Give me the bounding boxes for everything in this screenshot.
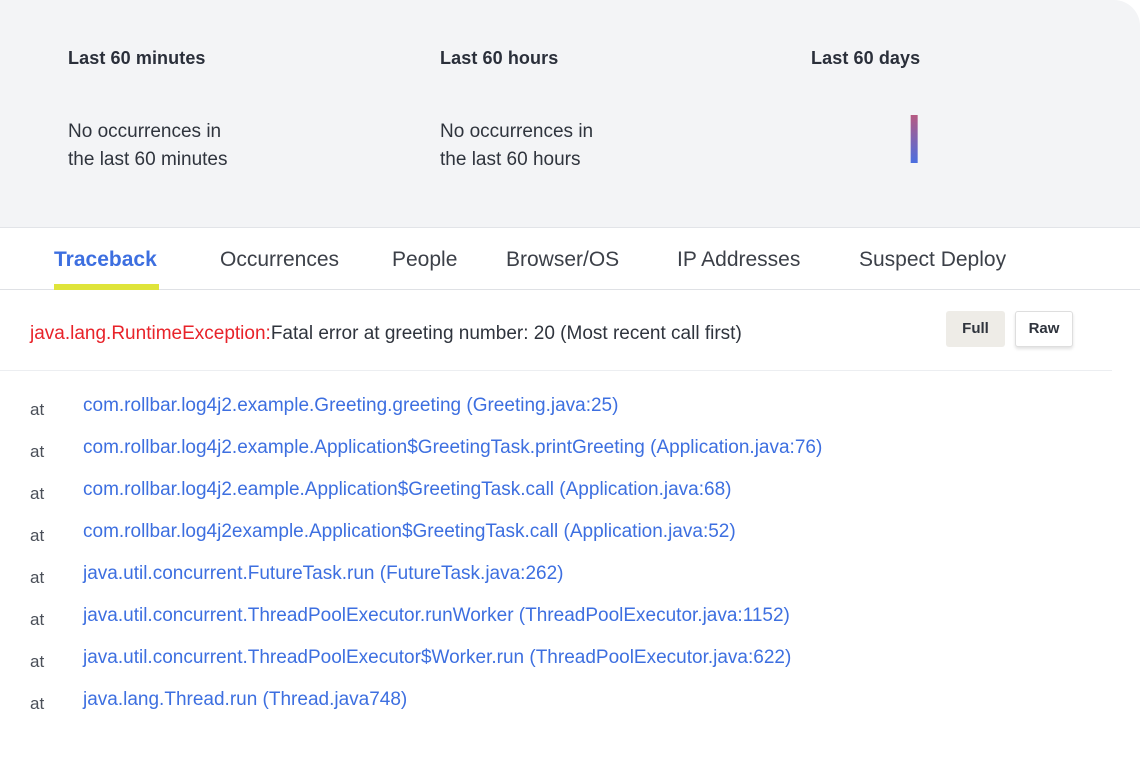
frame-location-link[interactable]: com.rollbar.log4j2.eample.Application$Gr… — [83, 479, 731, 501]
stack-frame: at java.util.concurrent.ThreadPoolExecut… — [0, 644, 1140, 686]
raw-traceback-button[interactable]: Raw — [1015, 311, 1073, 347]
tab-ip-addresses[interactable]: IP Addresses — [677, 248, 800, 272]
stat-no-occurrences-text: No occurrences in the last 60 hours — [440, 121, 594, 170]
frame-at-label: at — [30, 694, 45, 713]
stat-last-60-minutes: Last 60 minutes No occurrences in the las… — [68, 48, 227, 170]
tab-occurrences[interactable]: Occurrences — [220, 248, 339, 272]
stat-no-occurrences-text: No occurrences in the last 60 minutes — [68, 121, 228, 170]
stat-last-60-hours: Last 60 hours No occurrences in the last … — [440, 48, 593, 170]
occurrence-stats-panel: Last 60 minutes No occurrences in the las… — [0, 0, 1140, 228]
frame-location-link[interactable]: java.lang.Thread.run (Thread.java748) — [83, 689, 407, 711]
stack-frames-list: at com.rollbar.log4j2.example.Greeting.g… — [0, 392, 1140, 728]
stat-title: Last 60 days — [811, 48, 921, 68]
exception-summary: java.lang.RuntimeException:Fatal error a… — [30, 323, 742, 345]
frame-location-link[interactable]: com.rollbar.log4j2.example.Application$G… — [83, 437, 822, 459]
stack-frame: at com.rollbar.log4j2.example.Greeting.g… — [0, 392, 1140, 434]
stack-frame: at java.util.concurrent.ThreadPoolExecut… — [0, 602, 1140, 644]
exception-header: java.lang.RuntimeException:Fatal error a… — [0, 290, 1112, 371]
exception-type: java.lang.RuntimeException: — [30, 323, 271, 344]
frame-location-link[interactable]: java.util.concurrent.FutureTask.run (Fut… — [83, 563, 564, 585]
stat-title: Last 60 hours — [440, 48, 559, 68]
frame-at-label: at — [30, 652, 45, 671]
tab-suspect-deploy[interactable]: Suspect Deploy — [859, 248, 1006, 272]
stack-frame: at com.rollbar.log4j2.example.Applicatio… — [0, 434, 1140, 476]
last-60-days-sparkline — [812, 115, 1049, 163]
frame-location-link[interactable]: com.rollbar.log4j2example.Application$Gr… — [83, 521, 736, 543]
frame-at-label: at — [30, 610, 45, 629]
frame-at-label: at — [30, 568, 45, 587]
frame-location-link[interactable]: com.rollbar.log4j2.example.Greeting.gree… — [83, 395, 618, 417]
frame-location-link[interactable]: java.util.concurrent.ThreadPoolExecutor$… — [83, 647, 791, 669]
tab-people[interactable]: People — [392, 248, 457, 272]
full-traceback-button[interactable]: Full — [946, 311, 1005, 347]
stack-frame: at com.rollbar.log4j2.eample.Application… — [0, 476, 1140, 518]
exception-message: Fatal error at greeting number: 20 (Most… — [270, 323, 742, 344]
frame-at-label: at — [30, 526, 45, 545]
tab-bar: Traceback Occurrences People Browser/OS … — [0, 228, 1140, 290]
stack-frame: at java.lang.Thread.run (Thread.java748) — [0, 686, 1140, 728]
frame-at-label: at — [30, 400, 45, 419]
stat-last-60-days: Last 60 days — [811, 48, 920, 69]
frame-at-label: at — [30, 442, 45, 461]
sparkline-bar — [910, 115, 918, 163]
stack-frame: at java.util.concurrent.FutureTask.run (… — [0, 560, 1140, 602]
frame-location-link[interactable]: java.util.concurrent.ThreadPoolExecutor.… — [83, 605, 790, 627]
stack-frame: at com.rollbar.log4j2example.Application… — [0, 518, 1140, 560]
tab-traceback[interactable]: Traceback — [54, 248, 159, 290]
tab-browser-os[interactable]: Browser/OS — [506, 248, 619, 272]
stat-title: Last 60 minutes — [68, 48, 206, 68]
frame-at-label: at — [30, 484, 45, 503]
